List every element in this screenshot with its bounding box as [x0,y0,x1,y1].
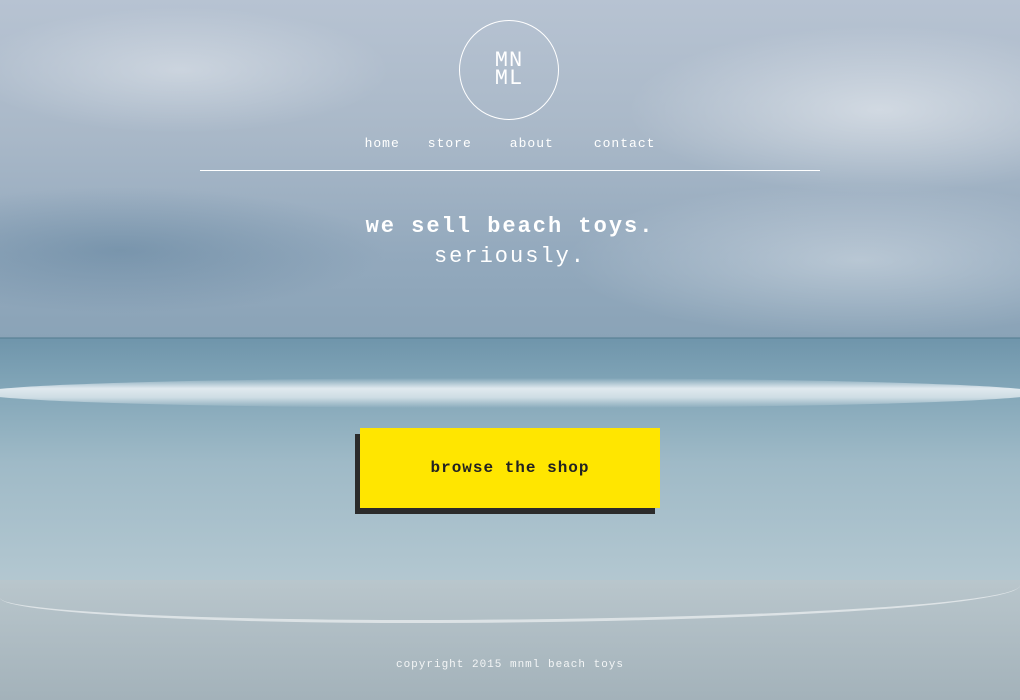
horizon-line [0,337,1020,339]
logo-line-2: ML [494,66,524,91]
footer-copyright: copyright 2015 mnml beach toys [395,659,625,671]
hero-headline: we sell beach toys. [365,214,655,239]
nav-link-store[interactable]: store [428,136,472,151]
nav-link-contact[interactable]: contact [594,136,656,151]
wave [0,378,1020,408]
brand-logo[interactable]: MN ML [459,20,559,120]
nav-link-home[interactable]: home [365,136,400,151]
main-nav: home store about contact [200,136,820,171]
nav-link-about[interactable]: about [510,136,554,151]
browse-shop-button[interactable]: browse the shop [360,428,660,508]
hero-subline: seriously. [433,244,587,269]
